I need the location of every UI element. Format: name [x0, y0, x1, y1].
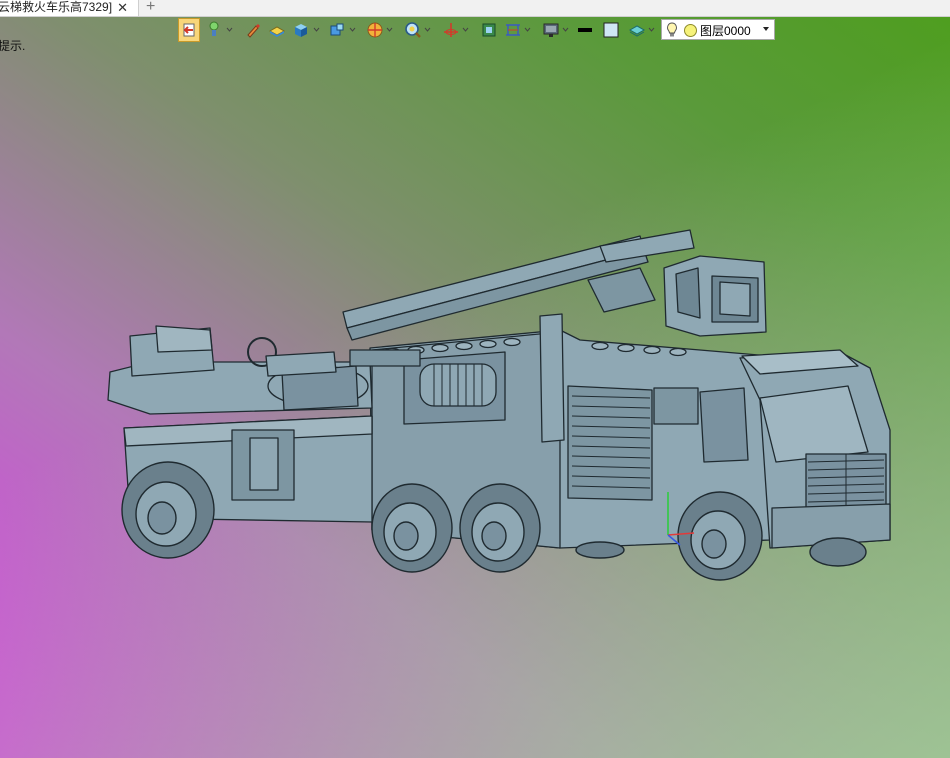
wheel-front-axle-2 [459, 483, 541, 573]
wheel-cab [677, 491, 763, 581]
ladder-boom [342, 229, 695, 341]
fire-truck-model[interactable] [0, 0, 950, 758]
wheel-trailer [121, 461, 215, 559]
ladder-cage [663, 255, 767, 337]
wheel-front-axle-1 [371, 483, 453, 573]
